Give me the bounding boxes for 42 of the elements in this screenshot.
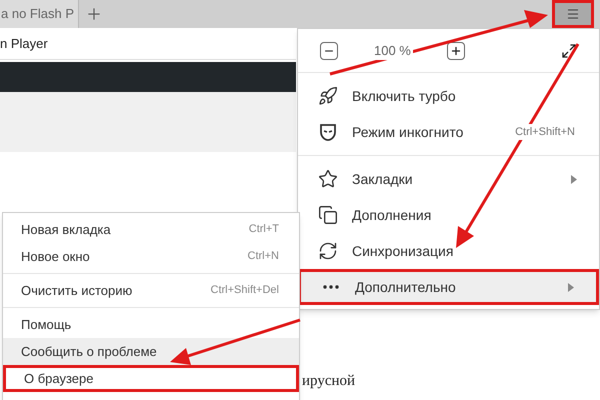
page-text: ирусной bbox=[302, 374, 356, 389]
menu-item-label: Сообщить о проблеме bbox=[21, 342, 157, 361]
shortcut-text: Ctrl+T bbox=[248, 222, 279, 238]
menu-item[interactable]: Включить турбо bbox=[298, 78, 599, 114]
zoom-in-button[interactable] bbox=[446, 42, 465, 60]
menu-item-label: Новое окно bbox=[21, 248, 90, 266]
menu-item-label: Закладки bbox=[352, 170, 413, 189]
browser-tab[interactable]: a no Flash P bbox=[0, 0, 79, 28]
menu-item[interactable]: Дополнения bbox=[298, 197, 599, 233]
stacked-squares-icon bbox=[318, 205, 338, 225]
rocket-icon bbox=[318, 86, 338, 106]
menu-item[interactable]: Новая вкладка Ctrl+T bbox=[3, 216, 299, 243]
dots-icon bbox=[323, 285, 339, 289]
star-icon bbox=[318, 169, 338, 189]
shortcut-text: Ctrl+Shift+Del bbox=[210, 283, 279, 298]
menu-item-label: Помощь bbox=[21, 316, 72, 334]
menu-item[interactable]: Закладки bbox=[298, 161, 599, 197]
menu-item-label: Режим инкогнито bbox=[352, 122, 464, 142]
menu-item-label: Синхронизация bbox=[352, 242, 454, 261]
menu-item[interactable]: О браузере bbox=[3, 365, 299, 392]
menu-item[interactable]: Очистить историю Ctrl+Shift+Del bbox=[3, 277, 299, 304]
menu-item[interactable]: Сообщить о проблеме bbox=[3, 338, 299, 365]
shortcut-text: Ctrl+Shift+N bbox=[513, 124, 577, 140]
menu-item-label: Новая вкладка bbox=[21, 220, 111, 239]
menu-item-label: Включить турбо bbox=[352, 86, 456, 106]
menu-icon bbox=[566, 7, 580, 21]
plus-icon bbox=[450, 44, 462, 56]
menu-item-label: Очистить историю bbox=[21, 282, 132, 300]
menu-item[interactable]: Синхронизация bbox=[298, 233, 599, 269]
menu-item-label: О браузере bbox=[24, 370, 94, 388]
menu-button[interactable] bbox=[552, 0, 594, 28]
menu-item[interactable]: Помощь bbox=[3, 311, 299, 338]
menu-item[interactable]: Режим инкогнито Ctrl+Shift+N bbox=[298, 114, 599, 150]
menu-item-label: Дополнения bbox=[352, 206, 432, 225]
shortcut-text: Ctrl+N bbox=[248, 249, 279, 264]
mask-icon bbox=[318, 122, 338, 142]
fullscreen-icon[interactable] bbox=[561, 42, 577, 58]
menu-item[interactable]: Новое окно Ctrl+N bbox=[3, 243, 299, 270]
menu-item-label: Дополнительно bbox=[355, 278, 456, 297]
sync-icon bbox=[318, 241, 338, 261]
menu-item[interactable]: Дополнительно bbox=[298, 269, 599, 305]
zoom-out-button[interactable] bbox=[320, 42, 338, 60]
